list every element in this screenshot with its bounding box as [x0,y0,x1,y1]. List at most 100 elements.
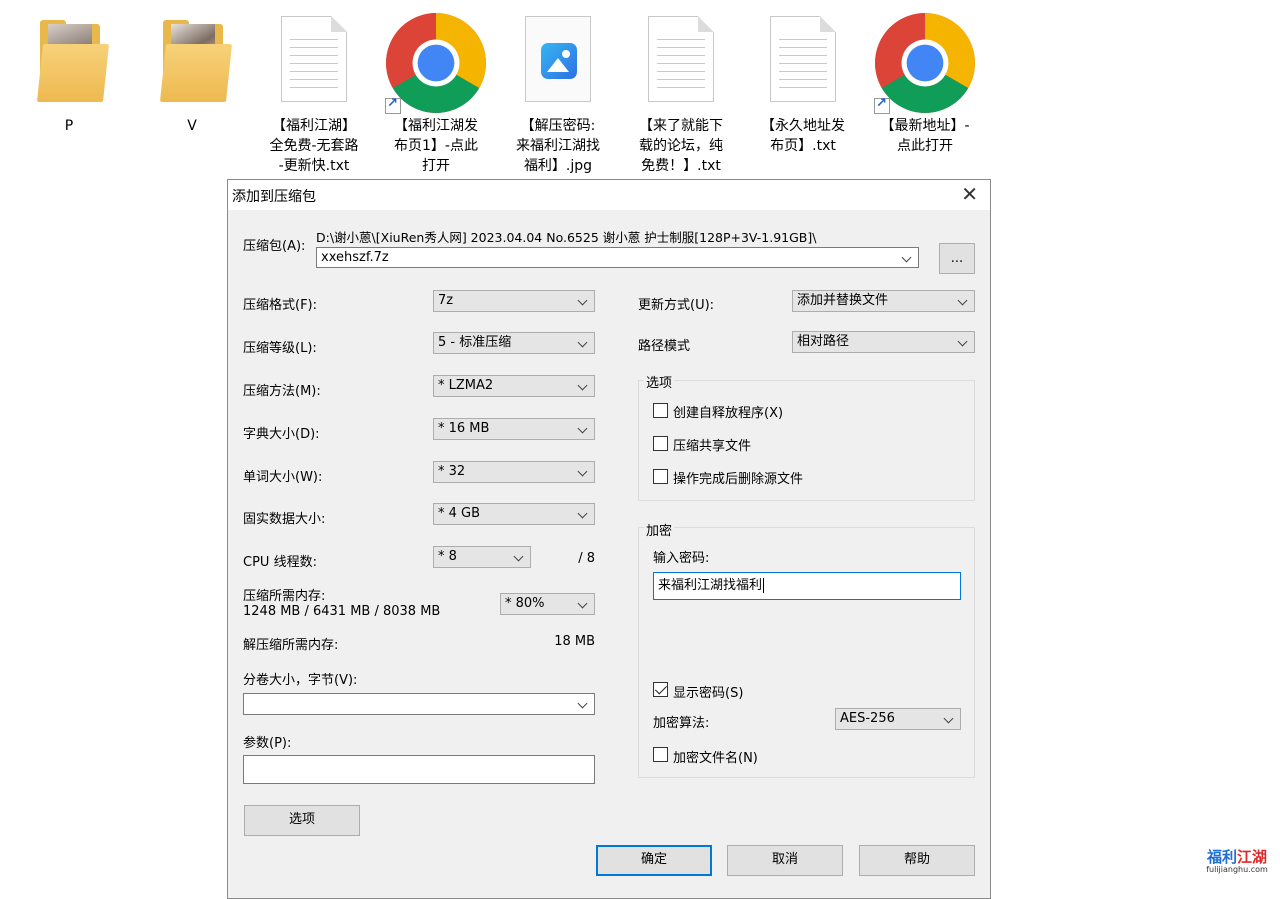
desktop-icon-label: 【最新地址】- 点此打开 [880,118,970,154]
shared-checkbox[interactable] [653,436,668,451]
password-value: 来福利江湖找福利 [658,578,763,593]
method-value: * LZMA2 [438,378,494,393]
shared-label[interactable]: 压缩共享文件 [673,435,751,454]
solid-label: 固实数据大小: [243,512,326,527]
desktop-icon-label: 【来了就能下 载的论坛，纯 免费！】.txt [639,118,723,174]
image-file-icon [503,10,613,114]
delete-checkbox[interactable] [653,469,668,484]
title-bar[interactable]: 添加到压缩包 ✕ [228,180,990,210]
split-combo[interactable] [243,693,595,715]
memory-detail: 1248 MB / 6431 MB / 8038 MB [243,604,441,619]
chevron-down-icon[interactable] [901,248,913,268]
update-label: 更新方式(U): [638,298,715,313]
desktop-icon-chrome-2[interactable]: 【最新地址】- 点此打开 [870,10,980,156]
format-select[interactable]: 7z [433,290,595,312]
desktop-icon-txt-1[interactable]: 【福利江湖】 全免费-无套路 -更新快.txt [259,10,369,176]
encryption-method-value: AES-256 [840,711,895,726]
decompress-memory-label: 解压缩所需内存: [243,638,339,653]
watermark-brand-red: 江湖 [1237,848,1268,866]
chrome-icon [381,10,491,114]
cancel-button[interactable]: 取消 [727,845,843,876]
chevron-down-icon[interactable] [577,694,589,714]
chevron-down-icon[interactable] [577,462,589,482]
desktop-icon-label: 【福利江湖】 全免费-无套路 -更新快.txt [269,118,359,174]
close-icon[interactable]: ✕ [961,184,978,204]
format-label: 压缩格式(F): [243,298,318,313]
dict-label: 字典大小(D): [243,427,320,442]
update-select[interactable]: 添加并替换文件 [792,290,975,312]
chevron-down-icon[interactable] [577,333,589,353]
text-file-icon [626,10,736,114]
desktop-icon-folder-p[interactable]: P [14,10,124,136]
method-select[interactable]: * LZMA2 [433,375,595,397]
desktop-icon-label: P [64,118,74,134]
archive-path: D:\谢小蒽\[XiuRen秀人网] 2023.04.04 No.6525 谢小… [316,230,817,245]
chevron-down-icon[interactable] [577,291,589,311]
memory-value: * 80% [505,596,545,611]
desktop-icon-folder-v[interactable]: V [137,10,247,136]
word-label: 单词大小(W): [243,470,323,485]
level-select[interactable]: 5 - 标准压缩 [433,332,595,354]
encrypt-names-checkbox[interactable] [653,747,668,762]
chevron-down-icon[interactable] [577,504,589,524]
desktop-icon-label: 【永久地址发 布页】.txt [761,118,845,154]
chevron-down-icon[interactable] [577,594,589,614]
encrypt-names-label[interactable]: 加密文件名(N) [673,747,758,766]
sfx-label[interactable]: 创建自释放程序(X) [673,402,783,421]
password-input[interactable]: 来福利江湖找福利 [653,572,961,600]
delete-label[interactable]: 操作完成后删除源文件 [673,468,803,487]
params-label: 参数(P): [243,736,292,751]
level-value: 5 - 标准压缩 [438,335,512,350]
word-value: * 32 [438,464,466,479]
format-value: 7z [438,293,454,308]
threads-label: CPU 线程数: [243,555,317,570]
memory-select[interactable]: * 80% [500,593,595,615]
method-label: 压缩方法(M): [243,384,321,399]
threads-max: / 8 [578,551,595,566]
dict-select[interactable]: * 16 MB [433,418,595,440]
chevron-down-icon[interactable] [957,291,969,311]
add-to-archive-dialog: 添加到压缩包 ✕ 压缩包(A): D:\谢小蒽\[XiuRen秀人网] 2023… [227,179,991,899]
chevron-down-icon[interactable] [943,709,955,729]
shortcut-arrow-icon [385,96,401,114]
text-file-icon [748,10,858,114]
watermark-logo: 福利江湖 fulijianghu.com [1197,846,1277,886]
threads-select[interactable]: * 8 [433,546,531,568]
chevron-down-icon[interactable] [577,419,589,439]
ok-button[interactable]: 确定 [596,845,712,876]
chevron-down-icon[interactable] [577,376,589,396]
path-mode-label: 路径模式 [638,339,691,354]
options-button[interactable]: 选项 [244,805,360,836]
decompress-memory-value: 18 MB [554,634,595,649]
watermark-brand-blue: 福利 [1206,848,1237,866]
browse-button[interactable]: ... [939,243,975,274]
params-input[interactable] [243,755,595,784]
encryption-method-label: 加密算法: [653,716,710,731]
folder-icon [14,10,124,114]
chevron-down-icon[interactable] [513,547,525,567]
desktop-icon-jpg[interactable]: 【解压密码: 来福利江湖找 福利】.jpg [503,10,613,176]
chevron-down-icon[interactable] [957,332,969,352]
desktop-icon-chrome-1[interactable]: 【福利江湖发 布页1】-点此 打开 [381,10,491,176]
archive-name-combo[interactable]: xxehszf.7z [316,247,919,268]
dict-value: * 16 MB [438,421,490,436]
options-group-title: 选项 [644,372,675,391]
memory-label: 压缩所需内存: [243,589,326,604]
password-label: 输入密码: [653,551,710,566]
show-password-checkbox[interactable] [653,682,668,697]
watermark-url: fulijianghu.com [1206,865,1268,874]
show-password-label[interactable]: 显示密码(S) [673,682,743,701]
shortcut-arrow-icon [874,96,890,114]
solid-select[interactable]: * 4 GB [433,503,595,525]
sfx-checkbox[interactable] [653,403,668,418]
path-mode-select[interactable]: 相对路径 [792,331,975,353]
word-select[interactable]: * 32 [433,461,595,483]
folder-icon [137,10,247,114]
help-button[interactable]: 帮助 [859,845,975,876]
threads-value: * 8 [438,549,457,564]
desktop-icon-txt-2[interactable]: 【来了就能下 载的论坛，纯 免费！】.txt [626,10,736,176]
desktop-icon-txt-3[interactable]: 【永久地址发 布页】.txt [748,10,858,156]
encryption-method-select[interactable]: AES-256 [835,708,961,730]
solid-value: * 4 GB [438,506,481,521]
split-label: 分卷大小，字节(V): [243,673,358,688]
